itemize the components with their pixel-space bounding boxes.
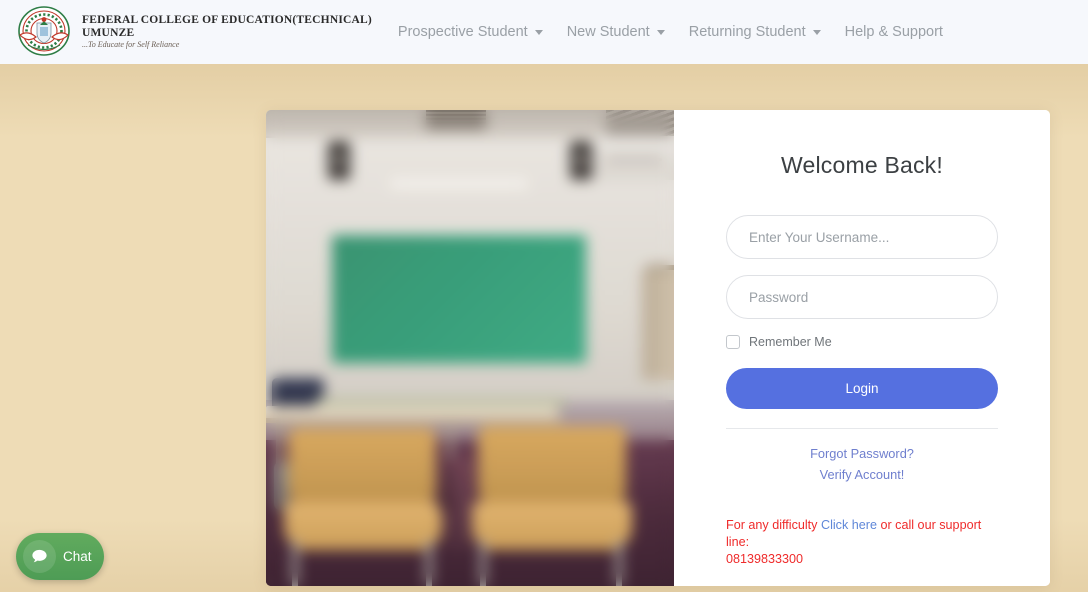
chat-label: Chat	[63, 549, 92, 564]
chevron-down-icon	[812, 29, 821, 35]
nav-label: Help & Support	[844, 24, 943, 40]
site-header: FEDERAL COLLEGE OF EDUCATION(TECHNICAL) …	[0, 0, 1088, 64]
nav-item-prospective-student[interactable]: Prospective Student	[386, 18, 555, 46]
nav-item-help-support[interactable]: Help & Support	[833, 18, 955, 46]
remember-me-checkbox[interactable]	[726, 335, 740, 349]
support-message: For any difficulty Click here or call ou…	[726, 517, 998, 568]
brand-logo[interactable]: FEDERAL COLLEGE OF EDUCATION(TECHNICAL) …	[0, 5, 372, 59]
forgot-password-link[interactable]: Forgot Password?	[726, 443, 998, 464]
form-divider	[726, 428, 998, 429]
remember-me-label: Remember Me	[749, 335, 832, 349]
support-phone: 08139833300	[726, 552, 804, 566]
brand-title-line1: FEDERAL COLLEGE OF EDUCATION(TECHNICAL)	[82, 13, 372, 26]
classroom-photo	[266, 110, 674, 586]
nav-item-new-student[interactable]: New Student	[555, 18, 677, 46]
verify-account-link[interactable]: Verify Account!	[726, 464, 998, 485]
brand-tagline: ...To Educate for Self Reliance	[82, 40, 180, 50]
chevron-down-icon	[534, 29, 543, 35]
nav-item-returning-student[interactable]: Returning Student	[677, 18, 833, 46]
brand-title-line2: UMUNZE	[82, 26, 135, 39]
remember-me-row[interactable]: Remember Me	[726, 335, 998, 349]
page-title: Welcome Back!	[781, 152, 943, 178]
fce-umunze-crest-icon	[14, 5, 74, 59]
login-button[interactable]: Login	[726, 368, 998, 409]
nav-label: Returning Student	[688, 24, 806, 40]
support-click-here-link[interactable]: Click here	[821, 518, 877, 532]
nav-label: Prospective Student	[397, 24, 528, 40]
login-form-pane: Welcome Back! Remember Me Login Forgot P…	[674, 110, 1050, 586]
speech-bubble-icon	[23, 540, 56, 573]
alt-links: Forgot Password? Verify Account!	[726, 443, 998, 485]
chat-widget-button[interactable]: Chat	[16, 533, 104, 580]
nav-label: New Student	[566, 24, 650, 40]
login-card: Welcome Back! Remember Me Login Forgot P…	[266, 110, 1050, 586]
main-navigation: Prospective Student New Student Returnin…	[386, 18, 955, 46]
username-input[interactable]	[726, 215, 998, 259]
password-input[interactable]	[726, 275, 998, 319]
chevron-down-icon	[656, 29, 665, 35]
support-prefix: For any difficulty	[726, 518, 821, 532]
